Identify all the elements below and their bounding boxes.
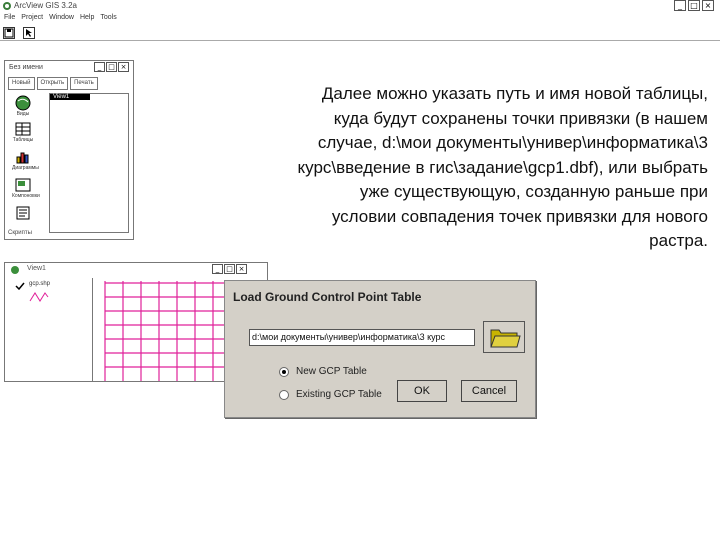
views-icon: [15, 95, 31, 111]
view-window-title: View1: [27, 265, 46, 272]
menu-help[interactable]: Help: [80, 14, 94, 25]
existing-gcp-table-option[interactable]: Existing GCP Table: [279, 389, 382, 400]
explanation-line: Далее можно указать путь и имя новой таб…: [321, 84, 708, 103]
explanation-line: уже существующую, созданную раньше при: [359, 182, 708, 201]
project-new-button[interactable]: Новый: [8, 77, 35, 90]
charts-label: Диаграммы: [12, 165, 39, 171]
view-table-of-contents: gcp.shp: [9, 278, 93, 381]
menu-project[interactable]: Project: [21, 14, 43, 25]
explanation-text: Далее можно указать путь и имя новой таб…: [200, 82, 709, 254]
explanation-line: растра.: [649, 231, 708, 250]
menu-bar: File Project Window Help Tools: [0, 14, 720, 25]
app-title: ArcView GIS 3.2a: [14, 1, 77, 10]
project-tables-item[interactable]: Таблицы: [12, 121, 34, 143]
menu-file[interactable]: File: [4, 14, 15, 25]
layouts-label: Компоновки: [12, 193, 40, 199]
tables-icon: [15, 122, 31, 136]
layouts-icon: [15, 178, 31, 192]
view-minimize-button[interactable]: _: [212, 264, 223, 274]
help-pointer-button[interactable]: [23, 27, 35, 39]
arcview-app-icon: [3, 2, 11, 10]
project-doc-types: Виды Таблицы Диаграммы Компоновки: [8, 93, 40, 237]
toolbar: [0, 25, 720, 41]
app-titlebar: ArcView GIS 3.2a _ □ ×: [0, 0, 720, 14]
new-gcp-table-option[interactable]: New GCP Table: [279, 366, 367, 377]
new-gcp-table-radio[interactable]: [279, 366, 289, 377]
project-charts-item[interactable]: Диаграммы: [12, 149, 39, 171]
gcp-table-path-field[interactable]: d:\мои документы\универ\информатика\3 ку…: [249, 329, 475, 346]
project-documents-list[interactable]: View1: [49, 93, 129, 233]
save-project-button[interactable]: [3, 27, 15, 39]
app-maximize-button[interactable]: □: [688, 0, 700, 11]
help-arrow-icon: [26, 29, 32, 37]
menu-tools[interactable]: Tools: [100, 14, 116, 25]
explanation-line: курс\введение в гис\задание\gcp1.dbf), и…: [297, 157, 709, 177]
explanation-line: условии совпадения точек привязки для но…: [331, 206, 708, 226]
project-views-item[interactable]: Виды: [12, 95, 34, 117]
scripts-icon: [16, 206, 30, 220]
layer-visibility-checkbox-icon[interactable]: [15, 282, 25, 290]
explanation-line: куда будут сохранены точки привязки (в н…: [333, 108, 708, 128]
project-open-button[interactable]: Открыть: [36, 77, 69, 90]
tables-label: Таблицы: [12, 137, 34, 143]
layer-name[interactable]: gcp.shp: [29, 281, 50, 287]
ok-button[interactable]: OK: [397, 380, 447, 402]
view-close-button[interactable]: ×: [236, 264, 247, 274]
project-window-title: Без имени: [9, 64, 43, 71]
views-label: Виды: [16, 111, 30, 117]
project-minimize-button[interactable]: _: [94, 62, 105, 72]
project-list-item[interactable]: View1: [50, 94, 90, 100]
charts-icon: [16, 152, 29, 164]
project-maximize-button[interactable]: □: [106, 62, 117, 72]
explanation-line: случае, d:\мои документы\универ\информат…: [317, 133, 708, 152]
folder-icon: [490, 329, 521, 348]
cancel-button[interactable]: Cancel: [461, 380, 517, 402]
project-window: Без имени _ □ × Новый Открыть Печать Вид…: [4, 60, 134, 240]
line-symbol-icon: [29, 292, 49, 302]
load-gcp-table-dialog: Load Ground Control Point Table d:\мои д…: [224, 280, 536, 418]
dialog-title: Load Ground Control Point Table: [233, 290, 422, 304]
project-layouts-item[interactable]: Компоновки: [12, 177, 40, 199]
view-window-icon: [11, 266, 19, 274]
existing-gcp-table-label: Existing GCP Table: [296, 389, 382, 400]
menu-window[interactable]: Window: [49, 14, 74, 25]
project-scripts-label: Скрипты: [8, 230, 32, 236]
project-close-button[interactable]: ×: [118, 62, 129, 72]
new-gcp-table-label: New GCP Table: [296, 366, 367, 377]
browse-folder-button[interactable]: [483, 321, 525, 353]
project-print-button[interactable]: Печать: [70, 77, 98, 90]
save-icon: [4, 28, 14, 38]
project-scripts-item[interactable]: [12, 205, 34, 221]
existing-gcp-table-radio[interactable]: [279, 389, 289, 400]
view-maximize-button[interactable]: □: [224, 264, 235, 274]
app-close-button[interactable]: ×: [702, 0, 714, 11]
app-minimize-button[interactable]: _: [674, 0, 686, 11]
